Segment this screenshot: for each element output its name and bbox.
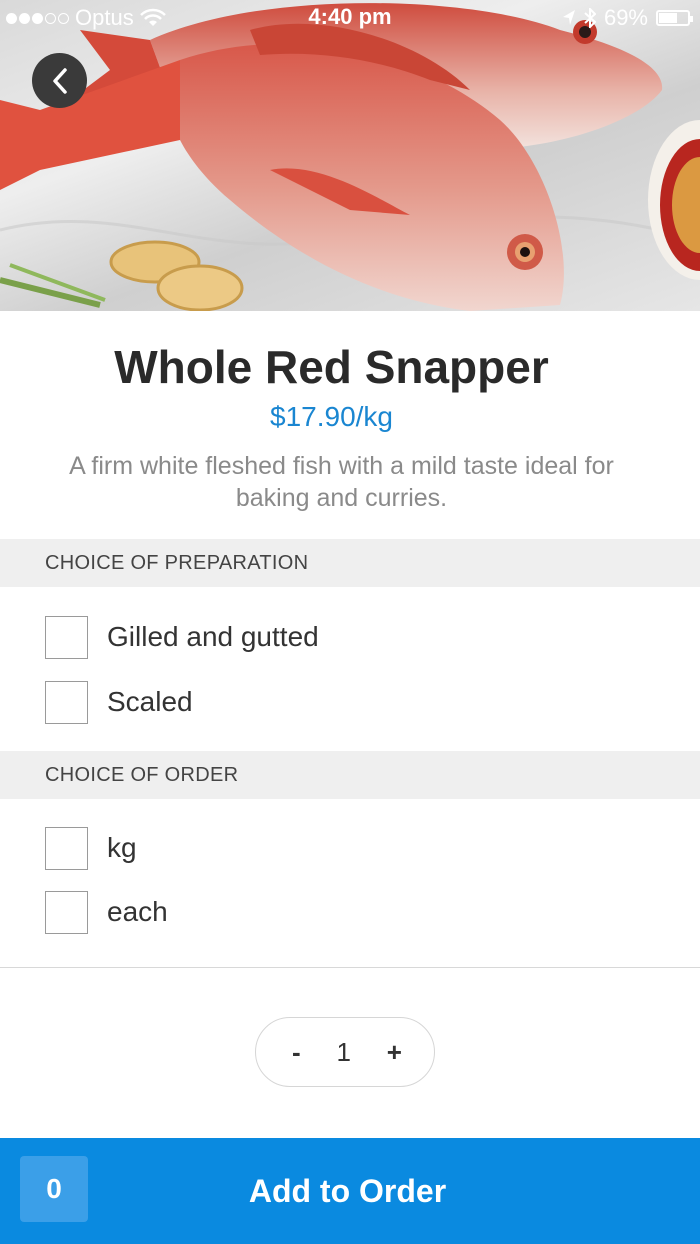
increment-button[interactable]: + (387, 1037, 402, 1068)
option-each[interactable]: each (45, 890, 168, 934)
checkbox[interactable] (45, 680, 88, 724)
checkbox[interactable] (45, 615, 88, 659)
option-label: Scaled (107, 686, 193, 717)
checkbox[interactable] (45, 826, 88, 870)
red-snapper-photo (0, 3, 700, 311)
product-title: Whole Red Snapper (114, 341, 549, 393)
option-label: each (107, 896, 168, 927)
order-section-header: CHOICE OF ORDER (0, 751, 700, 799)
quantity-value: 1 (336, 1036, 351, 1067)
option-label: Gilled and gutted (107, 621, 319, 652)
decrement-button[interactable]: - (292, 1037, 301, 1068)
preparation-section-header: CHOICE OF PREPARATION (0, 539, 700, 587)
back-button[interactable] (32, 53, 87, 108)
cart-count-badge[interactable]: 0 (20, 1156, 88, 1222)
option-gilled-and-gutted[interactable]: Gilled and gutted (45, 615, 319, 659)
status-right: 69% (562, 5, 693, 31)
battery-icon (656, 10, 693, 26)
bluetooth-icon (584, 8, 596, 28)
option-scaled[interactable]: Scaled (45, 680, 193, 724)
option-label: kg (107, 832, 137, 863)
checkbox[interactable] (45, 890, 88, 934)
product-price: $17.90/kg (270, 401, 393, 432)
add-to-order-button[interactable]: Add to Order (0, 1138, 695, 1244)
battery-percent: 69% (603, 5, 648, 30)
location-arrow-icon (562, 10, 575, 25)
order-bar: Add to Order 0 (0, 1138, 700, 1244)
divider (0, 967, 700, 968)
product-hero-image (0, 0, 700, 311)
product-description: A firm white fleshed fish with a mild ta… (69, 452, 614, 512)
chevron-left-icon (52, 67, 67, 94)
option-kg[interactable]: kg (45, 826, 137, 870)
status-bar: Optus 4:40 pm 69% (0, 0, 700, 34)
quantity-stepper[interactable]: - 1 + (255, 1017, 435, 1087)
